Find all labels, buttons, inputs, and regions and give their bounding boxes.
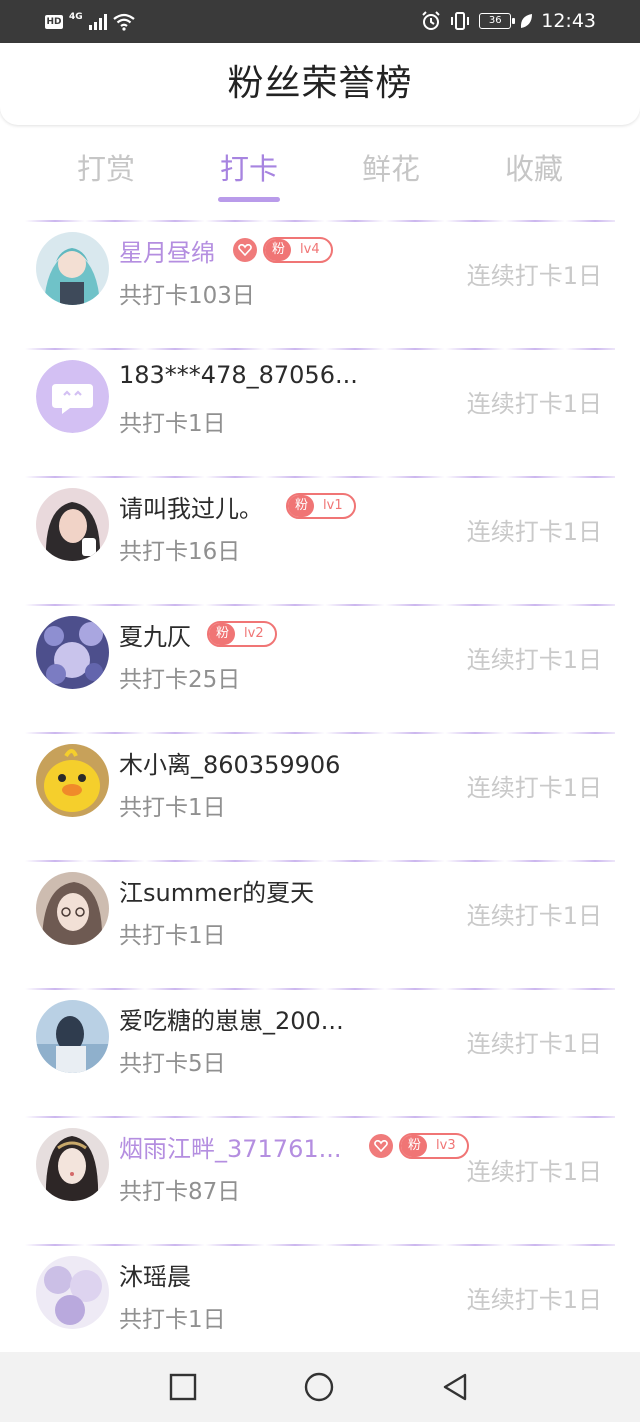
row-divider	[25, 604, 615, 606]
row-divider	[25, 860, 615, 862]
avatar[interactable]	[36, 1256, 109, 1329]
avatar[interactable]	[36, 360, 109, 433]
username: 请叫我过儿。	[119, 495, 263, 523]
status-left: HD 4G	[45, 11, 135, 33]
fan-level-badge: 粉 lv2	[207, 621, 277, 647]
username: 星月昼绵	[119, 239, 215, 267]
row-divider	[25, 1244, 615, 1246]
list-item[interactable]: 江summer的夏天 共打卡1日 连续打卡1日	[0, 860, 640, 988]
fan-badge-level: lv2	[244, 626, 264, 641]
total-checkins: 共打卡1日	[119, 923, 226, 949]
alarm-icon	[422, 11, 440, 30]
list-item[interactable]: 夏九仄 粉 lv2 共打卡25日 连续打卡1日	[0, 604, 640, 732]
total-checkins: 共打卡1日	[119, 1307, 226, 1333]
status-right: 36 12:43	[421, 9, 596, 33]
streak-checkins: 连续打卡1日	[466, 390, 602, 418]
vibrate-icon	[451, 12, 470, 30]
tab-bar: 打赏 打卡 鲜花 收藏	[0, 138, 640, 204]
total-checkins: 共打卡1日	[119, 795, 226, 821]
fan-badge-label: 粉	[265, 239, 292, 261]
active-tab-indicator	[218, 197, 280, 202]
total-checkins: 共打卡16日	[119, 539, 241, 565]
fan-level-badge: 粉 lv3	[399, 1133, 469, 1159]
fan-badge-level: lv3	[436, 1138, 456, 1153]
username: 烟雨江畔_371761...	[119, 1135, 342, 1163]
list-item[interactable]: 爱吃糖的崽崽_200... 共打卡5日 连续打卡1日	[0, 988, 640, 1116]
username: 江summer的夏天	[119, 879, 315, 907]
streak-checkins: 连续打卡1日	[466, 1286, 602, 1314]
tab-favorites[interactable]: 收藏	[474, 146, 594, 188]
streak-checkins: 连续打卡1日	[466, 1158, 602, 1186]
leaf-icon	[521, 14, 533, 28]
username: 夏九仄	[119, 623, 191, 651]
fan-badge-level: lv1	[323, 498, 343, 513]
fan-ranking-list: 星月昼绵 粉 lv4 共打卡103日 连续打卡1日 183***478_8705…	[0, 220, 640, 1372]
username: 沐瑶晨	[119, 1263, 191, 1291]
clock-time: 12:43	[541, 10, 596, 32]
badge-group: 粉 lv4	[233, 237, 333, 263]
list-item[interactable]: 183***478_87056... 共打卡1日 连续打卡1日	[0, 348, 640, 476]
avatar[interactable]	[36, 1000, 109, 1073]
avatar[interactable]	[36, 872, 109, 945]
fan-level-badge: 粉 lv1	[286, 493, 356, 519]
avatar[interactable]	[36, 744, 109, 817]
hd-icon: HD	[45, 15, 63, 29]
streak-checkins: 连续打卡1日	[466, 646, 602, 674]
total-checkins: 共打卡87日	[119, 1179, 241, 1205]
row-divider	[25, 220, 615, 222]
row-divider	[25, 1116, 615, 1118]
badge-group: 粉 lv1	[286, 493, 356, 519]
fan-badge-level: lv4	[300, 242, 320, 257]
row-divider	[25, 348, 615, 350]
streak-checkins: 连续打卡1日	[466, 902, 602, 930]
heart-badge-icon	[369, 1134, 393, 1158]
fan-badge-label: 粉	[209, 623, 236, 645]
tab-flowers[interactable]: 鲜花	[331, 146, 451, 188]
network-type-label: 4G	[69, 12, 83, 22]
list-item[interactable]: 木小离_860359906 共打卡1日 连续打卡1日	[0, 732, 640, 860]
fan-level-badge: 粉 lv4	[263, 237, 333, 263]
row-divider	[25, 476, 615, 478]
streak-checkins: 连续打卡1日	[466, 774, 602, 802]
row-divider	[25, 988, 615, 990]
heart-badge-icon	[233, 238, 257, 262]
avatar[interactable]	[36, 1128, 109, 1201]
fan-badge-label: 粉	[288, 495, 315, 517]
tab-checkin[interactable]: 打卡	[189, 146, 309, 188]
list-item[interactable]: 请叫我过儿。 粉 lv1 共打卡16日 连续打卡1日	[0, 476, 640, 604]
avatar[interactable]	[36, 616, 109, 689]
total-checkins: 共打卡25日	[119, 667, 241, 693]
total-checkins: 共打卡5日	[119, 1051, 226, 1077]
system-nav-bar	[0, 1352, 640, 1422]
page-title: 粉丝荣誉榜	[227, 63, 413, 104]
avatar[interactable]	[36, 488, 109, 561]
wifi-icon	[112, 13, 135, 31]
streak-checkins: 连续打卡1日	[466, 262, 602, 290]
badge-group: 粉 lv3	[369, 1133, 469, 1159]
signal-icon	[88, 14, 107, 30]
list-item[interactable]: 星月昼绵 粉 lv4 共打卡103日 连续打卡1日	[0, 220, 640, 348]
home-icon[interactable]	[304, 1372, 334, 1402]
tab-reward[interactable]: 打赏	[46, 146, 166, 188]
list-item[interactable]: 烟雨江畔_371761... 粉 lv3 共打卡87日 连续打卡1日	[0, 1116, 640, 1244]
row-divider	[25, 732, 615, 734]
back-icon[interactable]	[440, 1372, 470, 1402]
fan-badge-label: 粉	[401, 1135, 428, 1157]
username: 183***478_87056...	[119, 361, 358, 389]
username: 爱吃糖的崽崽_200...	[119, 1007, 344, 1035]
total-checkins: 共打卡1日	[119, 411, 226, 437]
streak-checkins: 连续打卡1日	[466, 1030, 602, 1058]
total-checkins: 共打卡103日	[119, 283, 255, 309]
streak-checkins: 连续打卡1日	[466, 518, 602, 546]
avatar[interactable]	[36, 232, 109, 305]
badge-group: 粉 lv2	[207, 621, 277, 647]
username: 木小离_860359906	[119, 751, 341, 779]
battery-icon: 36	[479, 13, 516, 29]
recent-apps-icon[interactable]	[168, 1372, 198, 1402]
page-header: 粉丝荣誉榜	[0, 43, 640, 125]
